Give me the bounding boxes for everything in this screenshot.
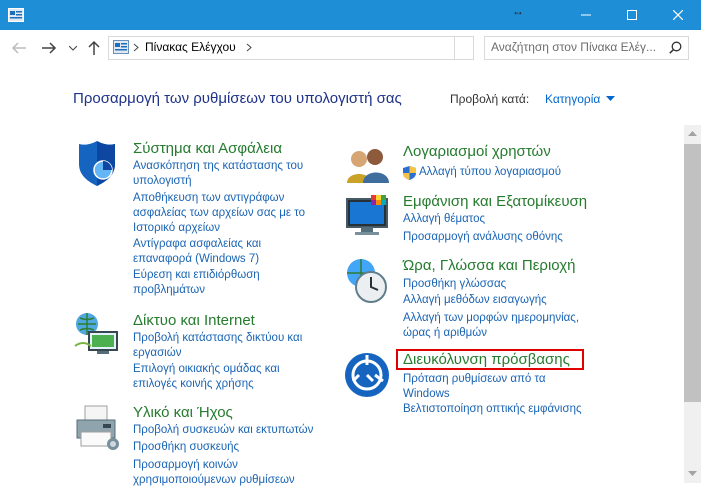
- users-icon: [343, 143, 391, 191]
- up-button[interactable]: [84, 38, 104, 58]
- view-by-label: Προβολή κατά:: [450, 92, 530, 106]
- arrow-left-icon: [11, 42, 26, 54]
- chevron-up-icon[interactable]: [688, 131, 697, 137]
- link-add-language[interactable]: Προσθήκη γλώσσας: [403, 277, 506, 292]
- category-title[interactable]: Σύστημα και Ασφάλεια: [133, 140, 282, 157]
- chevron-right-icon[interactable]: [246, 43, 252, 52]
- link-backup-restore[interactable]: Αντίγραφα ασφαλείας και επαναφορά (Window…: [133, 237, 261, 267]
- link-input-methods[interactable]: Αλλαγή μεθόδων εισαγωγής: [403, 293, 547, 308]
- search-box[interactable]: [484, 36, 689, 60]
- scrollbar-thumb[interactable]: [684, 144, 701, 402]
- close-button[interactable]: [655, 0, 701, 30]
- maximize-button[interactable]: [609, 0, 655, 30]
- breadcrumb-control-panel[interactable]: Πίνακας Ελέγχου: [145, 40, 236, 54]
- ease-of-access-icon: [343, 351, 391, 399]
- resize-cursor-icon: ↔: [512, 4, 524, 18]
- control-panel-icon: [8, 8, 24, 22]
- view-by-dropdown[interactable]: Κατηγορία: [545, 92, 600, 106]
- printer-icon: [73, 404, 121, 452]
- arrow-right-icon: [42, 42, 57, 54]
- close-icon: [673, 10, 683, 20]
- category-title[interactable]: Διευκόλυνση πρόσβασης: [403, 351, 570, 368]
- link-file-history[interactable]: Αποθήκευση των αντιγράφων ασφαλείας των α…: [133, 191, 305, 236]
- link-change-theme[interactable]: Αλλαγή θέματος: [403, 212, 485, 227]
- address-dropdown-button[interactable]: [453, 36, 474, 60]
- link-date-time-formats[interactable]: Αλλαγή των μορφών ημερομηνίας, ώρας ή αρι…: [403, 311, 579, 341]
- address-bar[interactable]: Πίνακας Ελέγχου: [108, 36, 455, 60]
- category-title[interactable]: Ώρα, Γλώσσα και Περιοχή: [403, 257, 575, 274]
- link-troubleshoot[interactable]: Εύρεση και επιδιόρθωση προβλημάτων: [133, 268, 260, 298]
- arrow-up-icon: [88, 40, 100, 55]
- chevron-right-icon: [133, 43, 139, 52]
- category-title[interactable]: Λογαριασμοί χρηστών: [403, 143, 551, 160]
- link-change-account-type[interactable]: Αλλαγή τύπου λογαριασμού: [403, 165, 561, 180]
- monitor-palette-icon: [343, 193, 391, 241]
- maximize-icon: [627, 10, 637, 20]
- search-input[interactable]: [491, 40, 661, 54]
- network-globe-icon: [73, 312, 121, 360]
- link-devices-printers[interactable]: Προβολή συσκευών και εκτυπωτών: [133, 423, 313, 438]
- category-title[interactable]: Εμφάνιση και Εξατομίκευση: [403, 193, 587, 210]
- search-icon: [669, 41, 682, 54]
- category-title[interactable]: Υλικό και Ήχος: [133, 404, 233, 421]
- shield-icon: [73, 140, 121, 188]
- link-screen-resolution[interactable]: Προσαρμογή ανάλυσης οθόνης: [403, 230, 563, 245]
- minimize-icon: [581, 14, 591, 16]
- uac-shield-icon: [403, 166, 416, 180]
- page-title: Προσαρμογή των ρυθμίσεων του υπολογιστή …: [73, 90, 402, 107]
- chevron-down-icon[interactable]: [606, 96, 615, 102]
- link-homegroup[interactable]: Επιλογή οικιακής ομάδας και επιλογές κοιν…: [133, 362, 280, 392]
- link-common-settings[interactable]: Προσαρμογή κοινών χρησιμοποιούμενων ρυθμί…: [133, 458, 295, 488]
- link-windows-suggest[interactable]: Πρόταση ρυθμίσεων από τα Windows: [403, 372, 546, 402]
- chevron-down-icon[interactable]: [688, 471, 697, 477]
- chevron-down-icon: [69, 45, 77, 51]
- back-button[interactable]: [9, 38, 29, 58]
- link-review-status[interactable]: Ανασκόπηση της κατάστασης του υπολογιστή: [133, 159, 303, 189]
- control-panel-icon: [113, 40, 129, 54]
- clock-globe-icon: [343, 257, 391, 305]
- link-add-device[interactable]: Προσθήκη συσκευής: [133, 440, 239, 455]
- link-network-status[interactable]: Προβολή κατάστασης δικτύου και εργασιών: [133, 331, 302, 361]
- recent-locations-button[interactable]: [63, 38, 83, 58]
- link-visual-display[interactable]: Βελτιστοποίηση οπτικής εμφάνισης: [403, 402, 582, 417]
- title-bar: ↔: [0, 0, 701, 30]
- forward-button[interactable]: [39, 38, 59, 58]
- category-title[interactable]: Δίκτυο και Internet: [133, 312, 255, 329]
- minimize-button[interactable]: [563, 0, 609, 30]
